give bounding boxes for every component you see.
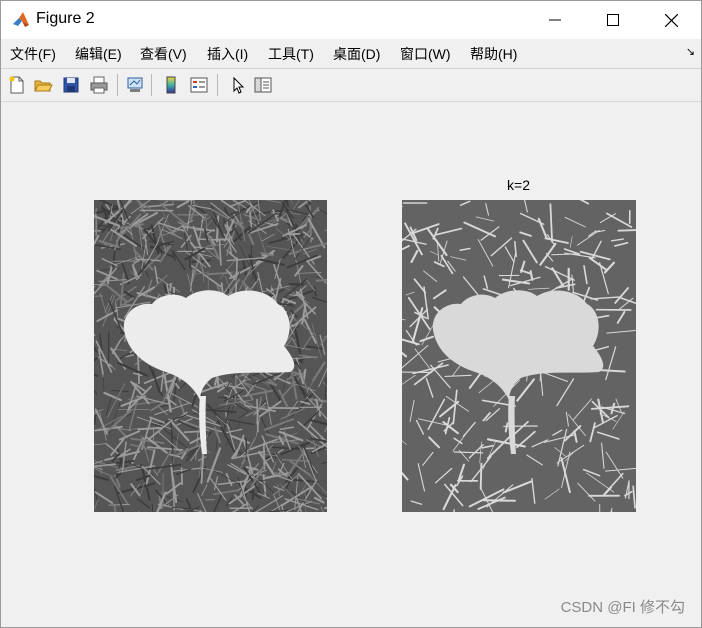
property-inspector-button[interactable] bbox=[251, 73, 275, 97]
menu-view[interactable]: 查看(V) bbox=[140, 44, 187, 64]
window-title: Figure 2 bbox=[36, 10, 95, 27]
insert-legend-icon bbox=[190, 77, 208, 93]
close-button[interactable] bbox=[642, 1, 700, 39]
maximize-icon bbox=[607, 14, 619, 26]
segmented-image bbox=[402, 200, 636, 512]
menu-edit[interactable]: 编辑(E) bbox=[75, 44, 122, 64]
insert-legend-button[interactable] bbox=[187, 73, 211, 97]
menu-file[interactable]: 文件(F) bbox=[10, 44, 56, 64]
toolbar-separator bbox=[151, 74, 152, 96]
close-icon bbox=[664, 13, 678, 27]
property-inspector-icon bbox=[254, 77, 272, 93]
new-figure-icon bbox=[9, 76, 24, 94]
grayscale-image bbox=[94, 200, 327, 512]
menu-window[interactable]: 窗口(W) bbox=[400, 44, 451, 64]
pointer-button[interactable] bbox=[225, 73, 249, 97]
matlab-logo-icon bbox=[11, 10, 31, 30]
menu-tools[interactable]: 工具(T) bbox=[268, 44, 314, 64]
open-file-button[interactable] bbox=[31, 73, 55, 97]
menu-help[interactable]: 帮助(H) bbox=[470, 44, 517, 64]
menu-desktop[interactable]: 桌面(D) bbox=[333, 44, 380, 64]
print-icon bbox=[90, 76, 108, 94]
minimize-button[interactable] bbox=[526, 1, 584, 39]
watermark-text: CSDN @FI 修不勾 bbox=[560, 599, 685, 616]
print-button[interactable] bbox=[87, 73, 111, 97]
toolbar-separator bbox=[217, 74, 218, 96]
link-plot-button[interactable] bbox=[123, 73, 147, 97]
title-bar[interactable]: Figure 2 bbox=[1, 1, 701, 39]
right-axes-segmented-image[interactable] bbox=[402, 200, 636, 512]
save-icon bbox=[63, 77, 79, 93]
left-axes-original-image[interactable] bbox=[94, 200, 327, 512]
new-figure-button[interactable] bbox=[5, 73, 29, 97]
menu-insert[interactable]: 插入(I) bbox=[207, 44, 248, 64]
insert-colorbar-button[interactable] bbox=[159, 73, 183, 97]
figure-window: Figure 2 文件(F) 编辑(E) 查看(V) 插入(I) 工具(T) 桌… bbox=[0, 0, 702, 628]
pointer-icon bbox=[233, 76, 245, 94]
menu-bar: 文件(F) 编辑(E) 查看(V) 插入(I) 工具(T) 桌面(D) 窗口(W… bbox=[1, 39, 701, 67]
insert-colorbar-icon bbox=[166, 76, 176, 94]
dock-figure-icon[interactable]: ↘ bbox=[686, 45, 695, 58]
open-file-icon bbox=[34, 80, 53, 92]
minimize-icon bbox=[549, 19, 561, 21]
save-button[interactable] bbox=[59, 73, 83, 97]
maximize-button[interactable] bbox=[584, 1, 642, 39]
right-axes-title: k=2 bbox=[507, 177, 530, 193]
figure-toolbar bbox=[1, 69, 701, 102]
link-plot-icon bbox=[127, 77, 143, 92]
toolbar-separator bbox=[117, 74, 118, 96]
